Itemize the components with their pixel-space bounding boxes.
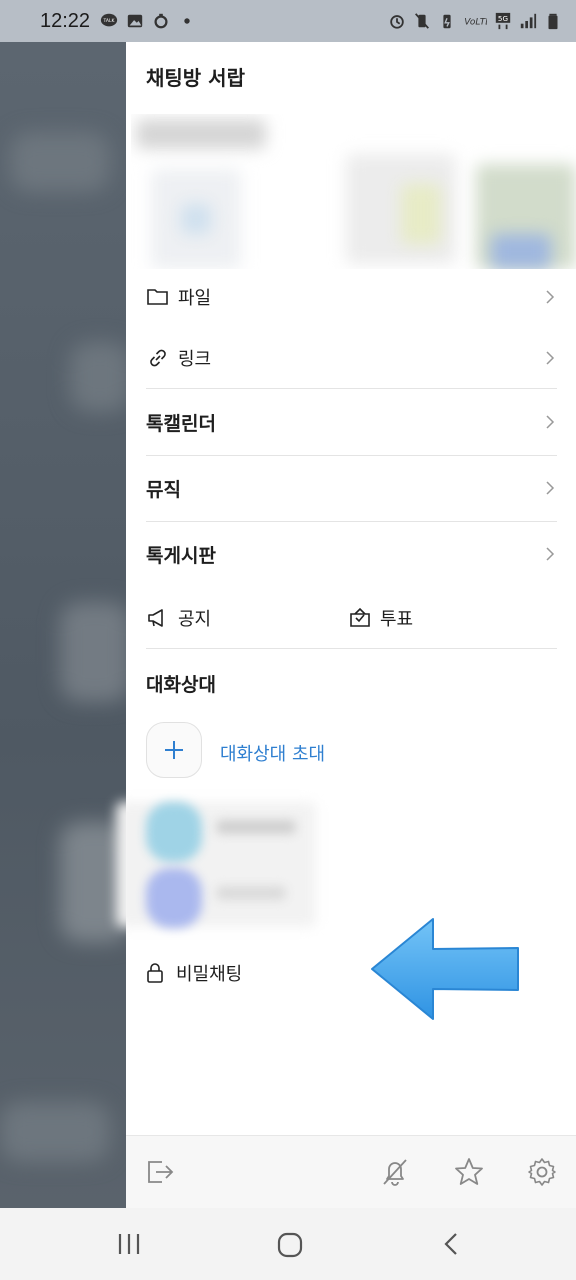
image-icon xyxy=(127,14,143,28)
ballot-box-icon xyxy=(350,607,370,627)
chevron-right-icon xyxy=(546,547,555,561)
divider xyxy=(146,455,557,456)
mute-bell-icon[interactable] xyxy=(379,1156,411,1188)
talk-calendar-item[interactable]: 톡캘린더 xyxy=(146,407,557,437)
links-label: 링크 xyxy=(178,349,212,370)
exit-icon[interactable] xyxy=(144,1156,176,1188)
dot-icon xyxy=(184,18,190,24)
divider xyxy=(146,388,557,389)
lock-icon xyxy=(147,963,163,983)
svg-text:5G: 5G xyxy=(498,14,508,23)
link-icon xyxy=(150,349,166,367)
media-preview[interactable] xyxy=(131,114,576,269)
back-icon[interactable] xyxy=(442,1232,460,1256)
folder-icon xyxy=(147,289,168,305)
svg-text:VoLTE: VoLTE xyxy=(464,18,487,28)
music-item[interactable]: 뮤직 xyxy=(146,473,557,503)
notice-label: 공지 xyxy=(178,609,212,630)
arrow-left-icon xyxy=(371,918,519,1020)
blurred-chat-background xyxy=(0,42,126,1208)
recycle-icon xyxy=(154,13,168,29)
battery-saver-icon xyxy=(443,14,451,29)
divider xyxy=(146,648,557,649)
battery-icon xyxy=(548,13,558,30)
music-label: 뮤직 xyxy=(146,478,181,501)
vote-label: 투표 xyxy=(380,609,414,630)
status-bar: 12:22 TALK VoLTE 5G xyxy=(0,0,576,42)
drawer-bottom-bar xyxy=(126,1135,576,1208)
links-item[interactable]: 링크 xyxy=(146,343,557,373)
signal-icon xyxy=(520,13,537,29)
volte-icon: VoLTE xyxy=(464,18,487,28)
vote-button[interactable]: 투표 xyxy=(348,603,528,633)
talk-icon: TALK xyxy=(100,13,118,27)
home-icon[interactable] xyxy=(277,1232,303,1258)
secret-chat-label: 비밀채팅 xyxy=(176,964,243,985)
svg-text:TALK: TALK xyxy=(103,18,116,24)
member-list[interactable] xyxy=(96,802,326,932)
invite-button[interactable] xyxy=(146,722,202,778)
invite-label[interactable]: 대화상대 초대 xyxy=(220,740,325,766)
notice-button[interactable]: 공지 xyxy=(146,603,326,633)
system-nav-bar xyxy=(0,1208,576,1280)
vibrate-icon xyxy=(415,13,429,29)
divider xyxy=(146,521,557,522)
participants-title: 대화상대 xyxy=(146,674,216,696)
megaphone-icon xyxy=(148,609,163,627)
chevron-right-icon xyxy=(546,415,555,429)
chevron-right-icon xyxy=(546,290,555,304)
talk-calendar-label: 톡캘린더 xyxy=(146,412,216,435)
talk-board-item[interactable]: 톡게시판 xyxy=(146,539,557,569)
chat-drawer: 채팅방 서랍 파일 링크 톡캘린더 뮤직 톡게시판 공지 투표 대화상대 대화상… xyxy=(116,42,576,1208)
files-item[interactable]: 파일 xyxy=(146,282,557,312)
drawer-title: 채팅방 서랍 xyxy=(146,66,245,90)
alarm-icon xyxy=(390,15,404,29)
plus-icon xyxy=(165,741,183,759)
talk-board-label: 톡게시판 xyxy=(146,544,216,567)
star-icon[interactable] xyxy=(453,1156,485,1188)
settings-icon[interactable] xyxy=(526,1156,558,1188)
chevron-right-icon xyxy=(546,351,555,365)
secret-chat-item[interactable]: 비밀채팅 xyxy=(146,960,242,986)
recents-icon[interactable] xyxy=(116,1232,142,1256)
5g-icon: 5G xyxy=(495,12,511,30)
status-time: 12:22 xyxy=(40,9,91,32)
files-label: 파일 xyxy=(178,288,212,309)
chevron-right-icon xyxy=(546,481,555,495)
